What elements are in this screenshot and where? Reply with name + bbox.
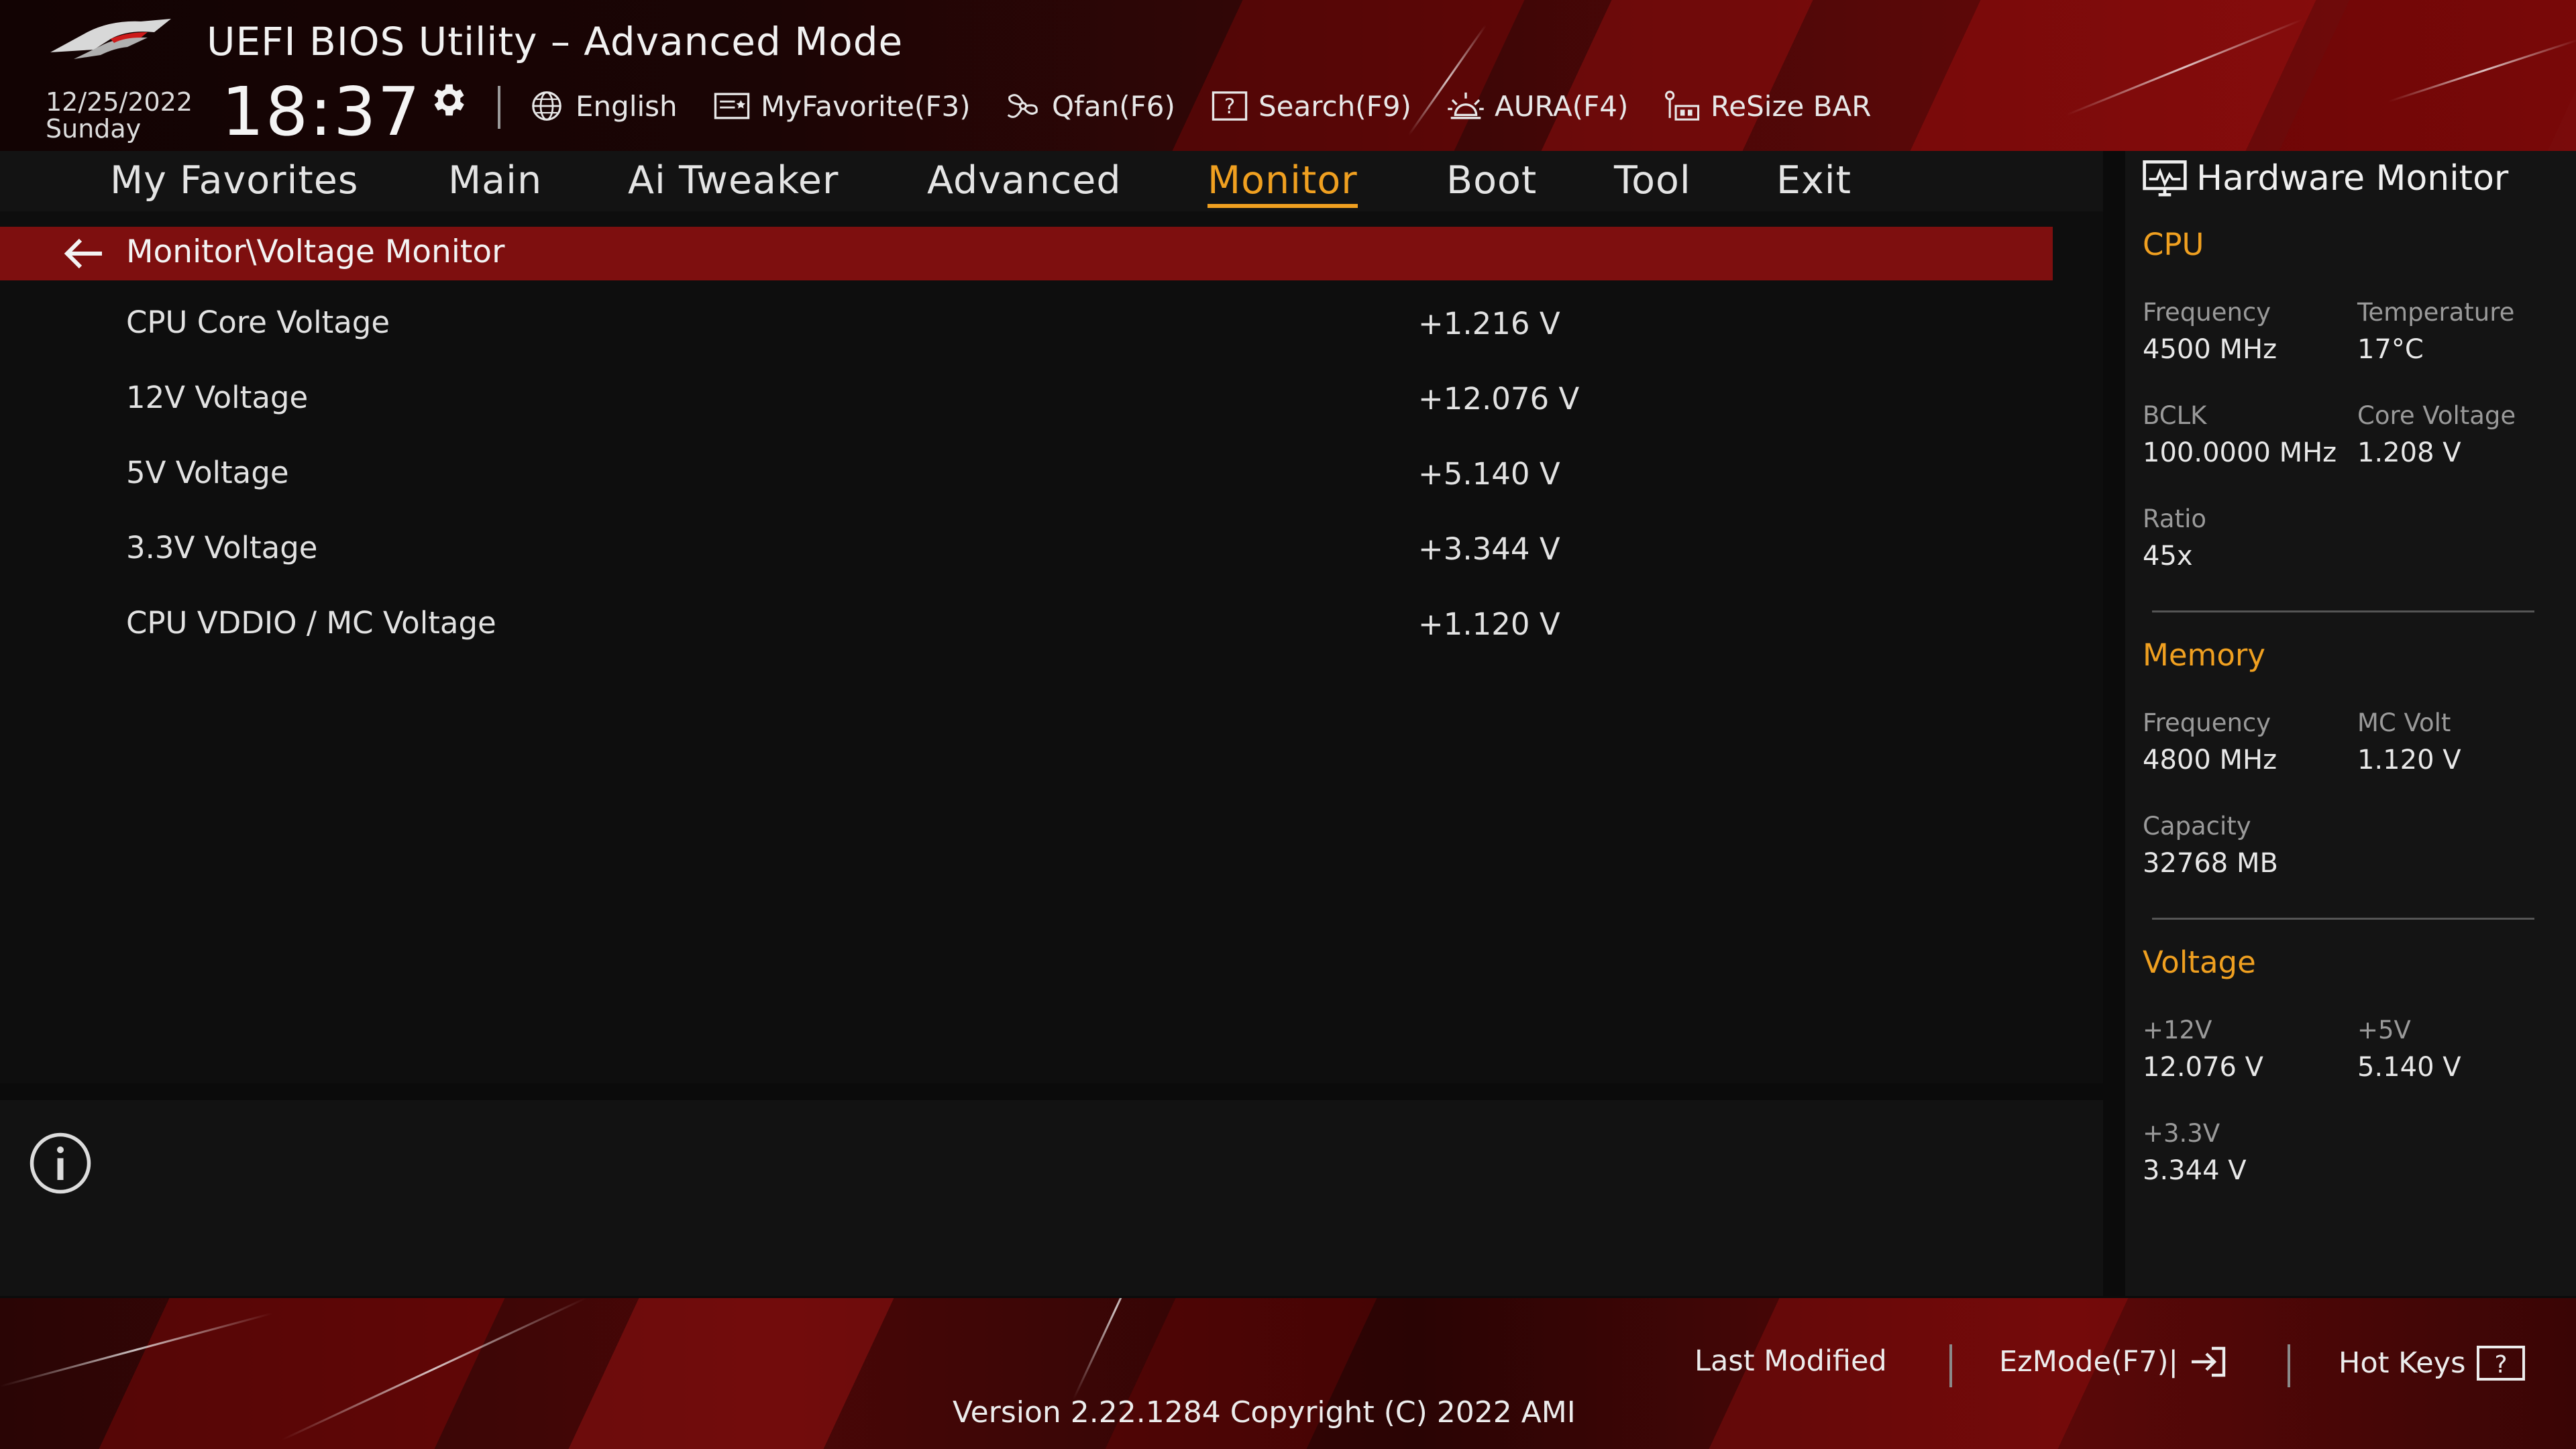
rog-logo xyxy=(50,19,171,59)
3-3v-voltage-value: +3.344 V xyxy=(1418,531,1560,567)
5v-voltage-value: +5.140 V xyxy=(1418,456,1560,492)
date-display: 12/25/2022 xyxy=(46,87,193,117)
tab-boot[interactable]: Boot xyxy=(1446,158,1537,203)
globe-icon xyxy=(532,91,561,121)
exit-arrow-icon xyxy=(2192,1346,2226,1377)
myfavorite-label: MyFavorite(F3) xyxy=(761,89,971,123)
footer-divider xyxy=(2288,1344,2290,1387)
resize-bar-icon xyxy=(1665,91,1700,121)
search-button[interactable]: ? Search(F9) xyxy=(1210,86,1411,126)
search-label: Search(F9) xyxy=(1258,89,1411,123)
cpu-vddio-mc-voltage-label[interactable]: CPU VDDIO / MC Voltage xyxy=(126,605,496,641)
tab-main[interactable]: Main xyxy=(448,158,542,203)
hw-5v-label: +5V xyxy=(2357,1016,2411,1044)
3-3v-voltage-label[interactable]: 3.3V Voltage xyxy=(126,530,317,566)
gear-icon[interactable] xyxy=(427,79,468,121)
search-icon: ? xyxy=(1212,91,1248,121)
myfavorite-button[interactable]: MyFavorite(F3) xyxy=(712,86,971,126)
qfan-label: Qfan(F6) xyxy=(1052,89,1175,123)
resize-bar-button[interactable]: ReSize BAR xyxy=(1662,86,1871,126)
hw-3-3v-label: +3.3V xyxy=(2143,1119,2220,1148)
hw-cpu-frequency-value: 4500 MHz xyxy=(2143,334,2277,365)
ezmode-button[interactable]: EzMode(F7)| xyxy=(1999,1344,2228,1379)
app-title: UEFI BIOS Utility – Advanced Mode xyxy=(207,19,904,64)
help-icon: ? xyxy=(2476,1346,2525,1381)
hardware-monitor-title: Hardware Monitor xyxy=(2196,158,2509,199)
qfan-button[interactable]: Qfan(F6) xyxy=(1004,86,1175,126)
help-info-panel xyxy=(0,1100,2103,1296)
hw-cpu-frequency-label: Frequency xyxy=(2143,298,2271,327)
cpu-core-voltage-value: +1.216 V xyxy=(1418,306,1560,341)
hw-memory-heading: Memory xyxy=(2143,637,2266,673)
settings-panel xyxy=(0,211,2103,1083)
hw-5v-value: 5.140 V xyxy=(2357,1052,2461,1083)
hw-12v-value: 12.076 V xyxy=(2143,1052,2264,1083)
aura-button[interactable]: AURA(F4) xyxy=(1446,86,1628,126)
tab-exit[interactable]: Exit xyxy=(1776,158,1851,203)
back-arrow-icon[interactable] xyxy=(62,236,105,271)
hw-capacity-label: Capacity xyxy=(2143,812,2251,841)
clock-display: 18:37 xyxy=(221,72,422,151)
language-label: English xyxy=(576,89,678,123)
svg-text:?: ? xyxy=(1224,95,1236,119)
hw-mc-volt-value: 1.120 V xyxy=(2357,745,2461,775)
day-display: Sunday xyxy=(46,114,142,144)
hw-divider xyxy=(2152,610,2534,612)
tab-ai-tweaker[interactable]: Ai Tweaker xyxy=(628,158,839,203)
hot-keys-button[interactable]: Hot Keys ? xyxy=(2339,1344,2526,1382)
12v-voltage-value: +12.076 V xyxy=(1418,381,1580,417)
hw-core-voltage-value: 1.208 V xyxy=(2357,437,2461,468)
hw-bclk-label: BCLK xyxy=(2143,401,2207,430)
hw-ratio-label: Ratio xyxy=(2143,504,2206,533)
resize-bar-label: ReSize BAR xyxy=(1711,89,1872,123)
hw-capacity-value: 32768 MB xyxy=(2143,848,2278,879)
aura-icon xyxy=(1448,92,1484,119)
hw-3-3v-value: 3.344 V xyxy=(2143,1155,2247,1186)
tab-monitor[interactable]: Monitor xyxy=(1208,158,1358,208)
monitor-icon xyxy=(2143,160,2187,197)
hw-ratio-value: 45x xyxy=(2143,541,2193,572)
favorite-icon xyxy=(714,93,750,119)
ezmode-label: EzMode(F7)| xyxy=(1999,1345,2179,1379)
hot-keys-label: Hot Keys xyxy=(2339,1346,2466,1380)
hw-cpu-temperature-label: Temperature xyxy=(2357,298,2515,327)
last-modified-label: Last Modified xyxy=(1695,1344,1887,1378)
cpu-core-voltage-label[interactable]: CPU Core Voltage xyxy=(126,305,390,340)
language-button[interactable]: English xyxy=(527,86,678,126)
version-text: Version 2.22.1284 Copyright (C) 2022 AMI xyxy=(953,1395,1576,1430)
tab-my-favorites[interactable]: My Favorites xyxy=(110,158,359,203)
fan-icon xyxy=(1007,94,1038,118)
footer-divider xyxy=(1949,1344,1952,1387)
hw-divider xyxy=(2152,918,2534,920)
aura-label: AURA(F4) xyxy=(1495,89,1629,123)
hw-cpu-heading: CPU xyxy=(2143,227,2204,262)
tab-advanced[interactable]: Advanced xyxy=(927,158,1122,203)
svg-text:?: ? xyxy=(2494,1351,2507,1379)
last-modified-button[interactable]: Last Modified xyxy=(1695,1344,1887,1378)
info-icon xyxy=(30,1132,91,1194)
12v-voltage-label[interactable]: 12V Voltage xyxy=(126,380,308,415)
hw-12v-label: +12V xyxy=(2143,1016,2212,1044)
breadcrumb: Monitor\Voltage Monitor xyxy=(126,233,505,270)
hw-voltage-heading: Voltage xyxy=(2143,945,2256,980)
hw-memory-frequency-label: Frequency xyxy=(2143,708,2271,737)
hw-cpu-temperature-value: 17°C xyxy=(2357,334,2424,365)
5v-voltage-label[interactable]: 5V Voltage xyxy=(126,455,289,490)
hw-bclk-value: 100.0000 MHz xyxy=(2143,437,2337,468)
hw-core-voltage-label: Core Voltage xyxy=(2357,401,2516,430)
header-divider xyxy=(498,86,500,129)
tab-tool[interactable]: Tool xyxy=(1614,158,1691,203)
hw-mc-volt-label: MC Volt xyxy=(2357,708,2451,737)
cpu-vddio-mc-voltage-value: +1.120 V xyxy=(1418,606,1560,642)
hw-memory-frequency-value: 4800 MHz xyxy=(2143,745,2277,775)
